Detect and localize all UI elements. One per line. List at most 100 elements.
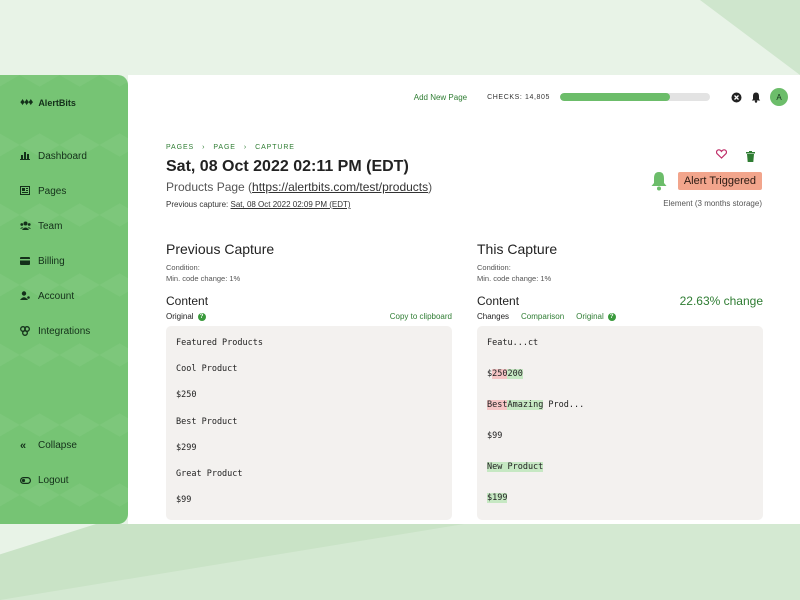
unchanged-text: $99 [487, 431, 503, 441]
checks-count: CHECKS: 14,805 [487, 93, 550, 101]
sidebar-item-label: Dashboard [38, 151, 87, 162]
sidebar-item-billing[interactable]: Billing [20, 244, 90, 279]
card-icon [20, 256, 38, 267]
page-title: Sat, 08 Oct 2022 02:11 PM (EDT) [166, 158, 409, 175]
previous-content-heading: Content [166, 294, 452, 308]
previous-capture-panel: Previous Capture Condition: Min. code ch… [166, 241, 452, 520]
sidebar-item-dashboard[interactable]: Dashboard [20, 139, 90, 174]
bell-icon[interactable] [750, 91, 762, 103]
this-content-tabs: Changes Comparison Original ? [477, 312, 763, 321]
inserted-text: 200 [507, 369, 523, 379]
previous-capture-link[interactable]: Sat, 08 Oct 2022 02:09 PM (EDT) [230, 200, 350, 209]
sidebar: ♦♦♦ AlertBits Dashboard Pages Team Billi… [0, 75, 128, 524]
bell-alert-icon [650, 171, 668, 191]
diff-line: Featu...ct [487, 338, 753, 369]
collapse-label: Collapse [38, 440, 77, 451]
change-percentage: 22.63% change [679, 294, 763, 308]
code-line: Best Product [176, 416, 238, 427]
diff-line: $199 [487, 493, 753, 520]
logout-button[interactable]: Logout [20, 463, 77, 498]
code-line: Cool Product [176, 364, 238, 375]
breadcrumb-capture: CAPTURE [255, 144, 295, 151]
integrations-icon [20, 325, 38, 338]
sidebar-item-account[interactable]: Account [20, 279, 90, 314]
logo-icon: ♦♦♦ [20, 97, 33, 108]
background-shape-top [700, 0, 800, 75]
deleted-text: 250 [492, 369, 508, 379]
avatar[interactable]: A [770, 88, 788, 106]
add-new-page-link[interactable]: Add New Page [414, 93, 467, 102]
collapse-button[interactable]: « Collapse [20, 428, 77, 463]
sidebar-item-label: Billing [38, 256, 65, 267]
pages-icon [20, 186, 38, 197]
code-line: $250 [176, 390, 197, 401]
sidebar-item-team[interactable]: Team [20, 209, 90, 244]
previous-capture-heading: Previous Capture [166, 241, 275, 257]
copy-to-clipboard-button[interactable]: Copy to clipboard [390, 312, 452, 321]
trash-icon[interactable] [746, 149, 755, 162]
code-line: Featured Products [176, 338, 263, 348]
page-url-link[interactable]: https://alertbits.com/test/products [252, 180, 428, 194]
code-line: $299 [176, 442, 197, 453]
logo[interactable]: ♦♦♦ AlertBits [20, 97, 76, 108]
sidebar-item-label: Pages [38, 186, 67, 197]
main-panel: Add New Page CHECKS: 14,805 A PAGES › PA… [128, 75, 800, 524]
deleted-text: Best [487, 400, 508, 410]
checks-progress-fill [560, 93, 670, 101]
content-label: Content [166, 294, 209, 308]
sidebar-item-label: Integrations [38, 326, 91, 337]
logout-icon [20, 476, 38, 486]
page-subtitle: Products Page (https://alertbits.com/tes… [166, 180, 432, 194]
previous-capture-line: Previous capture: Sat, 08 Oct 2022 02:09… [166, 200, 351, 209]
alert-status: Alert Triggered [650, 171, 762, 191]
sidebar-item-pages[interactable]: Pages [20, 174, 90, 209]
inserted-text: $199 [487, 493, 508, 503]
condition-label: Condition: [166, 263, 200, 272]
previous-condition: Condition: Min. code change: 1% [166, 262, 452, 284]
breadcrumb: PAGES › PAGE › CAPTURE [166, 144, 295, 151]
previous-capture-label: Previous capture: [166, 200, 231, 209]
sidebar-item-label: Account [38, 291, 75, 302]
code-line: $99 [176, 495, 192, 506]
tab-comparison[interactable]: Comparison [521, 312, 564, 321]
alert-triggered-badge: Alert Triggered [677, 172, 762, 190]
account-icon [20, 291, 38, 302]
logo-text: AlertBits [38, 97, 76, 108]
help-icon[interactable]: ? [197, 312, 206, 321]
team-icon [20, 221, 38, 232]
tab-original[interactable]: Original [166, 312, 194, 321]
breadcrumb-pages[interactable]: PAGES [166, 144, 194, 151]
this-condition: Condition: Min. code change: 1% [477, 262, 763, 284]
element-storage-note: Element (3 months storage) [663, 199, 762, 208]
tab-original-wrap: Original ? [576, 312, 616, 321]
condition-value: Min. code change: 1% [166, 274, 241, 283]
logout-label: Logout [38, 475, 69, 486]
diff-line: $250200 [487, 369, 753, 400]
chevron-right-icon: › [202, 144, 206, 151]
help-icon[interactable]: ? [607, 312, 616, 321]
this-content-heading: Content 22.63% change [477, 294, 763, 308]
content-label: Content [477, 294, 520, 308]
previous-content-tabs: Original ? Copy to clipboard [166, 312, 452, 321]
this-capture-heading: This Capture [477, 241, 558, 257]
inserted-text: Amazing [507, 400, 544, 410]
diff-line: $99 [487, 431, 753, 462]
tab-original[interactable]: Original [576, 312, 604, 321]
sidebar-nav: Dashboard Pages Team Billing Account Int… [20, 139, 90, 349]
code-line: Great Product [176, 468, 243, 479]
unchanged-text: Featu...ct [487, 338, 539, 348]
sidebar-item-integrations[interactable]: Integrations [20, 314, 90, 349]
chevron-right-icon: › [243, 144, 248, 151]
tab-changes[interactable]: Changes [477, 312, 509, 321]
heart-icon[interactable] [715, 149, 728, 162]
this-capture-panel: This Capture Condition: Min. code change… [477, 241, 763, 520]
condition-value: Min. code change: 1% [477, 274, 552, 283]
sidebar-bottom: « Collapse Logout [20, 428, 77, 498]
checks-progress-bar [560, 93, 710, 101]
changes-code-box: Featu...ct $250200 BestAmazing Prod... $99 N… [477, 326, 763, 520]
unchanged-text: Prod... [543, 400, 585, 410]
close-circle-icon[interactable] [730, 91, 742, 103]
collapse-icon: « [20, 439, 27, 452]
breadcrumb-page[interactable]: PAGE [213, 144, 236, 151]
previous-code-box: Featured Products Cool Product $250 Best… [166, 326, 452, 520]
